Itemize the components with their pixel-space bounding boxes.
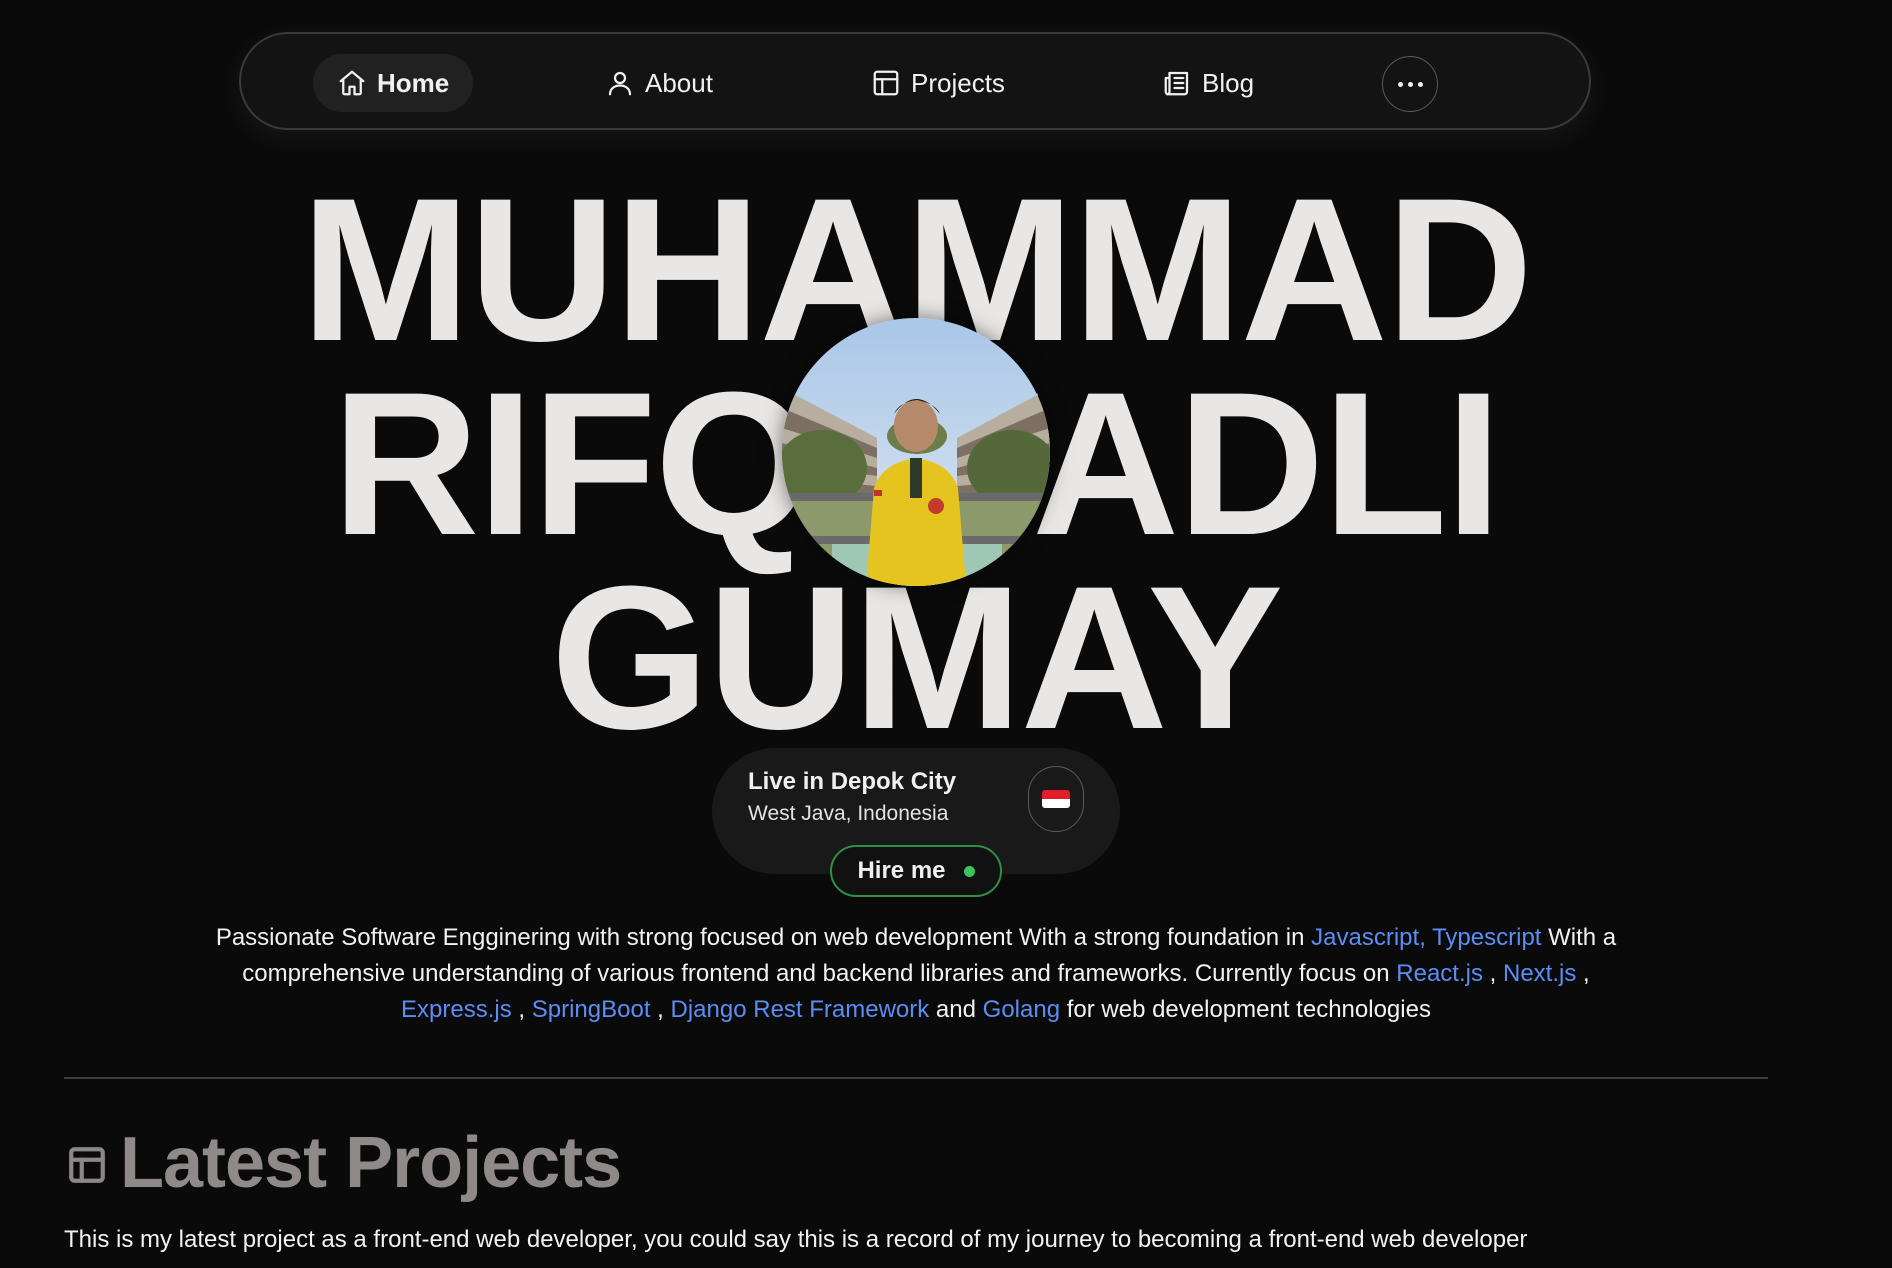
layout-icon xyxy=(873,70,899,96)
nav-projects[interactable]: Projects xyxy=(847,54,1029,112)
bio-link-nextjs[interactable]: Next.js xyxy=(1503,960,1576,987)
more-menu-button[interactable] xyxy=(1382,56,1438,112)
nav-about-label: About xyxy=(645,67,713,98)
bio-sep-4: , xyxy=(650,996,671,1023)
bio-sep-3: , xyxy=(511,996,532,1023)
location-city: Live in Depok City xyxy=(748,768,957,795)
hire-me-label: Hire me xyxy=(857,857,946,884)
latest-projects-heading: Latest Projects xyxy=(120,1123,622,1203)
bio-link-django-rest-framework[interactable]: Django Rest Framework xyxy=(671,996,930,1023)
bio-link-golang[interactable]: Golang xyxy=(983,996,1060,1023)
top-navbar: Home About Projects Blog xyxy=(239,32,1591,130)
home-icon xyxy=(339,70,365,96)
location-region: West Java, Indonesia xyxy=(748,802,949,825)
bio-link-expressjs[interactable]: Express.js xyxy=(401,996,512,1023)
hire-me-button[interactable]: Hire me xyxy=(830,845,1002,897)
bio-paragraph: Passionate Software Engginering with str… xyxy=(200,920,1632,1028)
nav-home-label: Home xyxy=(377,67,450,98)
bio-sep-5: and xyxy=(929,996,983,1023)
layout-icon xyxy=(66,1144,108,1186)
bio-link-javascript-typescript[interactable]: Javascript, Typescript xyxy=(1311,924,1541,951)
nav-about[interactable]: About xyxy=(581,54,737,112)
bio-text-3: for web development technologies xyxy=(1060,996,1431,1023)
nav-home[interactable]: Home xyxy=(313,54,474,112)
bio-link-springboot[interactable]: SpringBoot xyxy=(532,996,651,1023)
nav-blog-label: Blog xyxy=(1202,67,1255,98)
bio-sep-2: , xyxy=(1576,960,1590,987)
user-icon xyxy=(608,71,632,96)
nav-projects-label: Projects xyxy=(911,67,1005,98)
section-divider xyxy=(64,1077,1768,1079)
hero-name-line-3: GUMAY xyxy=(550,544,1284,772)
bio-sep-1: , xyxy=(1482,960,1503,987)
bio-link-reactjs[interactable]: React.js xyxy=(1396,960,1483,987)
flag-button[interactable] xyxy=(1028,766,1084,832)
more-horizontal-icon xyxy=(1397,81,1423,87)
available-status-dot xyxy=(963,865,975,877)
latest-projects-description: This is my latest project as a front-end… xyxy=(64,1226,1528,1253)
nav-blog[interactable]: Blog xyxy=(1138,54,1278,112)
profile-photo xyxy=(782,318,1050,586)
indonesia-flag-icon xyxy=(1042,790,1070,808)
newspaper-icon xyxy=(1164,71,1189,96)
bio-text-1: Passionate Software Engginering with str… xyxy=(215,924,1312,951)
